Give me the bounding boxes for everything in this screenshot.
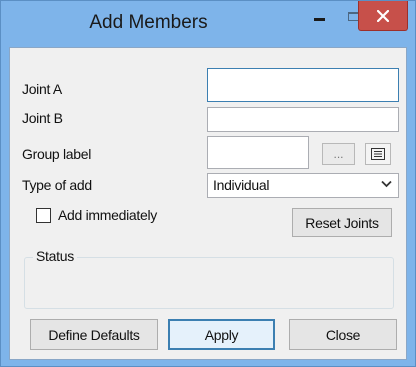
close-icon bbox=[377, 9, 389, 22]
maximize-icon bbox=[347, 11, 359, 21]
window-title: Add Members bbox=[89, 12, 208, 33]
status-group: Status bbox=[24, 248, 394, 309]
list-icon bbox=[371, 148, 385, 160]
minimize-icon bbox=[313, 17, 325, 21]
group-label-input[interactable] bbox=[207, 136, 309, 169]
define-defaults-button[interactable]: Define Defaults bbox=[30, 319, 158, 350]
add-immediately-label: Add immediately bbox=[58, 207, 157, 223]
joint-a-input[interactable] bbox=[207, 68, 399, 102]
reset-joints-button[interactable]: Reset Joints bbox=[292, 208, 392, 237]
close-button[interactable]: Close bbox=[289, 319, 397, 350]
type-of-add-label: Type of add bbox=[22, 177, 92, 193]
apply-button[interactable]: Apply bbox=[168, 319, 275, 350]
browse-label: ... bbox=[333, 147, 344, 161]
chevron-down-icon bbox=[381, 180, 392, 188]
close-window-button[interactable] bbox=[358, 1, 408, 31]
type-of-add-select[interactable]: Individual bbox=[207, 173, 399, 198]
dialog-body: Joint A Joint B Group label ... Type of … bbox=[9, 47, 407, 360]
joint-b-input[interactable] bbox=[207, 107, 399, 132]
type-of-add-value: Individual bbox=[213, 177, 270, 193]
title-bar[interactable]: Add Members bbox=[1, 1, 415, 47]
status-legend: Status bbox=[33, 248, 77, 264]
list-button[interactable] bbox=[365, 143, 391, 165]
joint-b-label: Joint B bbox=[22, 110, 63, 126]
minimize-button[interactable] bbox=[306, 1, 332, 31]
add-members-window: Add Members Joint A Joint B Group label bbox=[0, 0, 416, 367]
group-label-label: Group label bbox=[22, 146, 92, 162]
browse-button[interactable]: ... bbox=[322, 143, 355, 165]
add-immediately-checkbox[interactable] bbox=[36, 208, 51, 223]
joint-a-label: Joint A bbox=[22, 81, 62, 97]
